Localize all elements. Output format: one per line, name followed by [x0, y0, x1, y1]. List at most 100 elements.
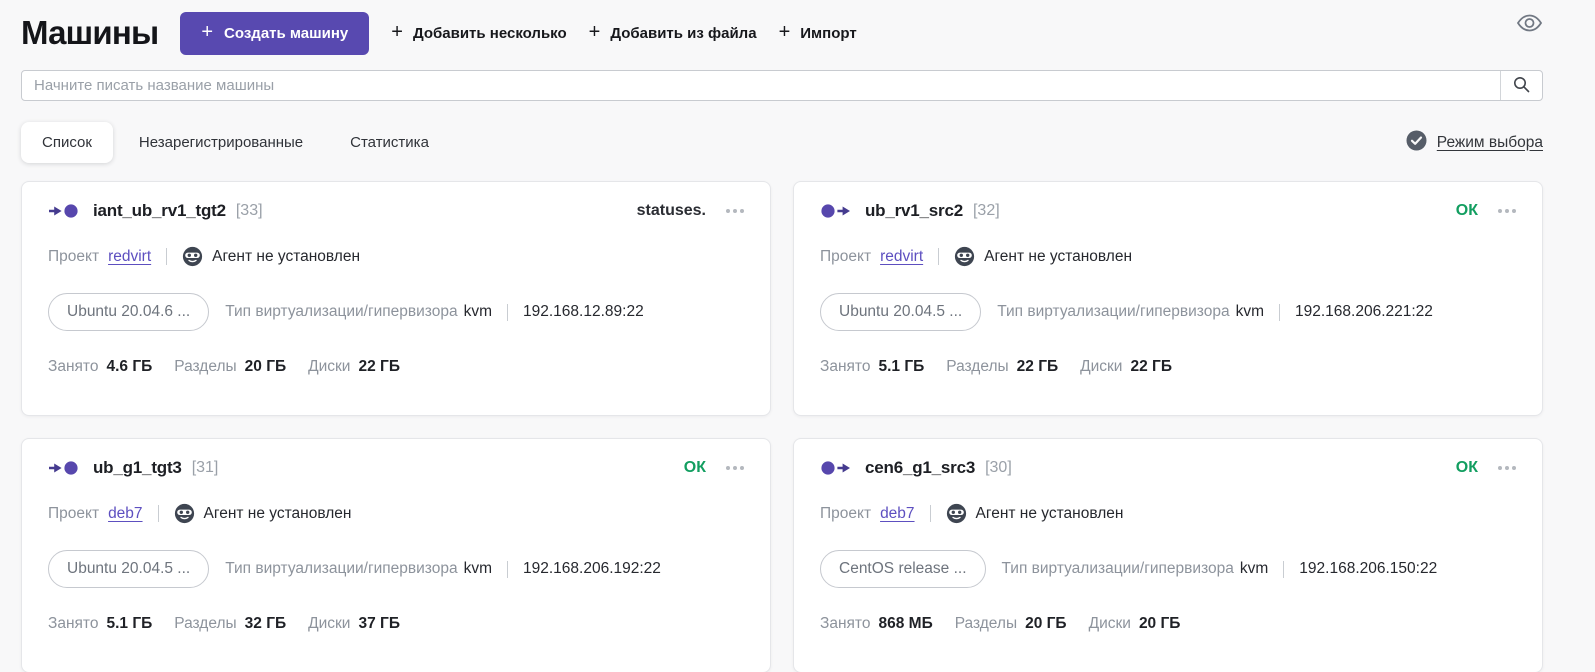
- partitions-value: 20 ГБ: [1025, 615, 1067, 632]
- agent-status: Агент не установлен: [984, 247, 1133, 265]
- divider: [157, 505, 159, 522]
- card-menu-button[interactable]: [1498, 462, 1516, 474]
- virt-type-value: kvm: [463, 560, 493, 577]
- agent-face-icon: [182, 246, 203, 267]
- storage-row: Занято 868 МБ Разделы 20 ГБ Диски 20 ГБ: [820, 615, 1516, 633]
- machine-id-badge: [30]: [985, 459, 1012, 476]
- tab-list[interactable]: Список: [21, 122, 113, 163]
- tab-unregistered[interactable]: Незарегистрированные: [118, 122, 324, 163]
- card-menu-button[interactable]: [726, 462, 744, 474]
- status-badge: ОК: [1455, 202, 1478, 219]
- machine-id-badge: [32]: [972, 202, 1000, 219]
- plus-icon: +: [201, 21, 214, 43]
- import-button[interactable]: + Импорт: [778, 21, 857, 43]
- machine-target-icon: [48, 460, 79, 476]
- divider: [938, 248, 940, 265]
- search-input[interactable]: [22, 71, 1500, 100]
- machine-card: ub_g1_tgt3 [31] ОК Проект deb7 Агент не …: [21, 438, 771, 672]
- partitions-value: 32 ГБ: [244, 615, 287, 632]
- add-from-file-button[interactable]: + Добавить из файла: [589, 22, 757, 42]
- visibility-toggle-button[interactable]: [1512, 8, 1547, 41]
- project-link[interactable]: deb7: [108, 505, 142, 523]
- os-pill: Ubuntu 20.04.5 ...: [48, 550, 210, 588]
- eye-icon: [1516, 14, 1543, 37]
- add-multiple-button[interactable]: + Добавить несколько: [391, 21, 566, 43]
- machine-name: ub_rv1_src2: [865, 201, 963, 220]
- used-value: 5.1 ГБ: [878, 358, 925, 375]
- card-header: iant_ub_rv1_tgt2 [33] statuses.: [48, 201, 744, 221]
- machine-id-badge: [31]: [191, 459, 219, 476]
- plus-icon: +: [391, 21, 403, 43]
- agent-status: Агент не установлен: [212, 247, 361, 265]
- used-value: 4.6 ГБ: [106, 358, 153, 375]
- machine-target-icon: [48, 203, 79, 219]
- partitions-label: Разделы: [174, 615, 237, 632]
- machine-card: iant_ub_rv1_tgt2 [33] statuses. Проект r…: [21, 181, 771, 416]
- project-link[interactable]: redvirt: [108, 248, 151, 266]
- virt-type-value: kvm: [1239, 560, 1269, 577]
- card-menu-button[interactable]: [1498, 205, 1516, 217]
- divider: [1279, 303, 1281, 321]
- project-link[interactable]: redvirt: [880, 248, 923, 266]
- virt-type-label: Тип виртуализации/гипервизора: [1001, 560, 1234, 577]
- machine-id-badge: [33]: [235, 202, 263, 219]
- project-label: Проект: [48, 247, 100, 265]
- tabs-bar: Список Незарегистрированные Статистика Р…: [21, 122, 1543, 163]
- virt-type-label: Тип виртуализации/гипервизора: [225, 303, 458, 320]
- agent-face-icon: [954, 246, 975, 267]
- disks-value: 22 ГБ: [1130, 358, 1172, 375]
- machine-address: 192.168.12.89:22: [523, 303, 644, 320]
- agent-status: Агент не установлен: [975, 504, 1124, 522]
- os-virt-row: Ubuntu 20.04.5 ... Тип виртуализации/гип…: [820, 293, 1516, 331]
- disks-value: 22 ГБ: [358, 358, 400, 375]
- machine-name: iant_ub_rv1_tgt2: [93, 201, 226, 220]
- os-virt-row: Ubuntu 20.04.5 ... Тип виртуализации/гип…: [48, 550, 744, 588]
- create-machine-button[interactable]: + Создать машину: [180, 11, 370, 55]
- machine-address: 192.168.206.221:22: [1295, 303, 1433, 320]
- storage-row: Занято 4.6 ГБ Разделы 20 ГБ Диски 22 ГБ: [48, 358, 744, 376]
- partitions-value: 22 ГБ: [1016, 358, 1059, 375]
- partitions-label: Разделы: [954, 615, 1018, 632]
- status-badge: ОК: [1455, 459, 1478, 476]
- disks-label: Диски: [308, 358, 351, 375]
- agent-status: Агент не установлен: [203, 504, 352, 522]
- agent-face-icon: [174, 503, 195, 524]
- selection-mode-link[interactable]: Режим выбора: [1406, 130, 1543, 156]
- project-label: Проект: [48, 504, 100, 522]
- machine-address: 192.168.206.150:22: [1299, 560, 1438, 577]
- os-pill: Ubuntu 20.04.5 ...: [820, 293, 982, 331]
- card-header: cen6_g1_src3 [30] ОК: [820, 458, 1516, 478]
- machine-address: 192.168.206.192:22: [523, 560, 661, 577]
- machine-card: cen6_g1_src3 [30] ОК Проект deb7 Агент н…: [793, 438, 1543, 672]
- card-header: ub_rv1_src2 [32] ОК: [820, 201, 1516, 221]
- project-label: Проект: [820, 504, 872, 522]
- search-button[interactable]: [1500, 71, 1542, 100]
- project-row: Проект redvirt Агент не установлен: [820, 246, 1516, 267]
- disks-value: 37 ГБ: [358, 615, 400, 632]
- used-value: 5.1 ГБ: [106, 615, 153, 632]
- divider: [929, 505, 931, 522]
- project-row: Проект deb7 Агент не установлен: [48, 503, 744, 524]
- disks-label: Диски: [1088, 615, 1131, 632]
- card-menu-button[interactable]: [726, 205, 744, 217]
- storage-row: Занято 5.1 ГБ Разделы 32 ГБ Диски 37 ГБ: [48, 615, 744, 633]
- machine-card: ub_rv1_src2 [32] ОК Проект redvirt Агент: [793, 181, 1543, 416]
- virt-type-label: Тип виртуализации/гипервизора: [225, 560, 458, 577]
- plus-icon: +: [778, 21, 791, 43]
- partitions-value: 20 ГБ: [244, 358, 287, 375]
- os-pill: Ubuntu 20.04.6 ...: [48, 293, 210, 331]
- virt-type-label: Тип виртуализации/гипервизора: [997, 303, 1230, 320]
- disks-label: Диски: [1080, 358, 1123, 375]
- divider: [507, 303, 509, 321]
- project-label: Проект: [820, 247, 872, 265]
- used-label: Занято: [820, 358, 871, 375]
- divider: [1283, 560, 1285, 578]
- machine-name: ub_g1_tgt3: [93, 458, 182, 477]
- card-header: ub_g1_tgt3 [31] ОК: [48, 458, 744, 478]
- status-badge: statuses.: [636, 202, 706, 219]
- os-virt-row: CentOS release ... Тип виртуализации/гип…: [820, 550, 1516, 588]
- partitions-label: Разделы: [946, 358, 1009, 375]
- tab-statistics[interactable]: Статистика: [329, 122, 450, 163]
- agent-face-icon: [946, 503, 967, 524]
- project-link[interactable]: deb7: [880, 505, 914, 523]
